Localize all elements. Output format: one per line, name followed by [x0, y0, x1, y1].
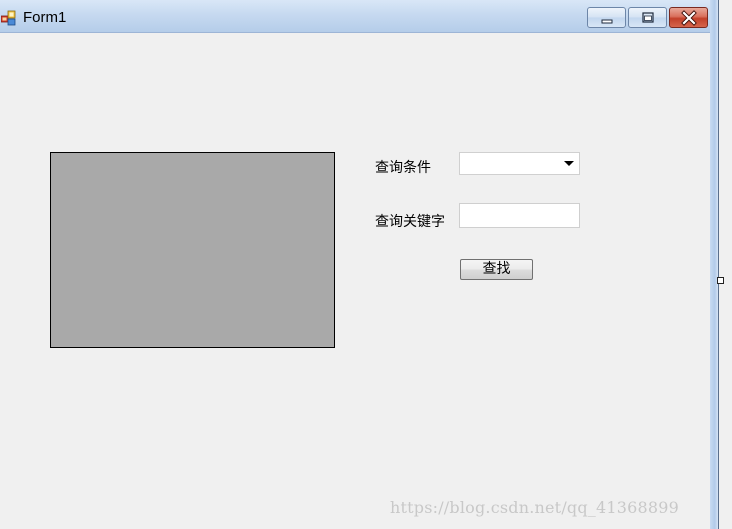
maximize-icon: [642, 12, 654, 23]
search-button[interactable]: 查找: [460, 259, 533, 280]
screen: Form1 查询条件 查询关键字 查找 https://blog.csdn.ne…: [0, 0, 732, 529]
window-title: Form1: [23, 9, 67, 26]
resize-handle[interactable]: [717, 277, 724, 284]
minimize-button[interactable]: [587, 7, 626, 28]
query-condition-combobox[interactable]: [459, 152, 580, 175]
maximize-button[interactable]: [628, 7, 667, 28]
close-button[interactable]: [669, 7, 708, 28]
app-icon: [0, 10, 17, 26]
minimize-icon: [601, 19, 613, 24]
query-keyword-label: 查询关键字: [375, 214, 445, 230]
query-keyword-input[interactable]: [459, 203, 580, 228]
title-bar[interactable]: Form1: [0, 0, 712, 33]
chevron-down-icon[interactable]: [564, 161, 574, 166]
window-frame-edge: [718, 0, 719, 529]
query-condition-label: 查询条件: [375, 160, 431, 176]
watermark: https://blog.csdn.net/qq_41368899: [390, 498, 680, 517]
window-frame-right: [710, 0, 718, 529]
close-icon: [681, 10, 697, 26]
picture-box: [50, 152, 335, 348]
